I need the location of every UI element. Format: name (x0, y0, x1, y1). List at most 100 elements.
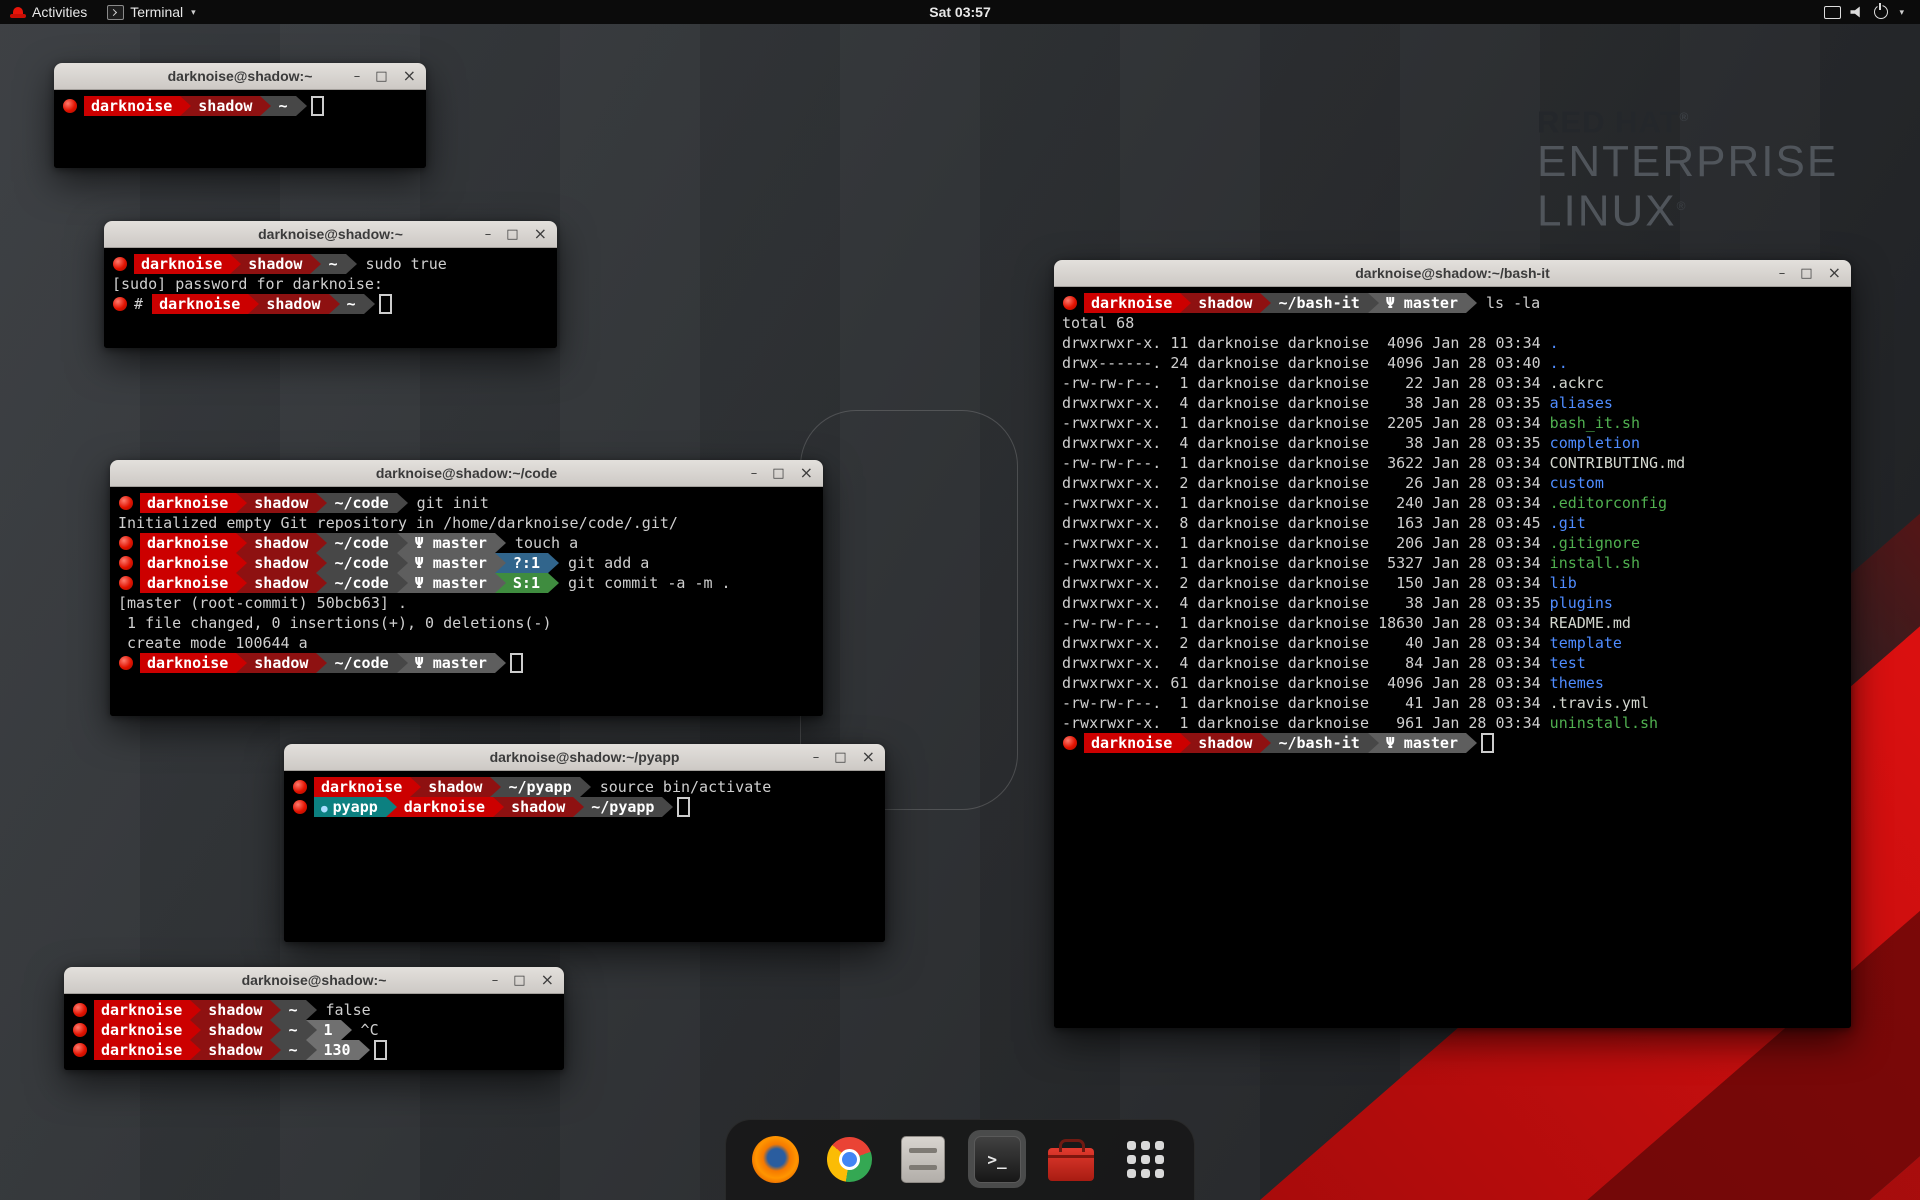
prompt-hat-icon (73, 1003, 87, 1017)
minimize-button[interactable]: – (492, 974, 499, 987)
minimize-button[interactable]: – (751, 467, 758, 480)
maximize-button[interactable]: □ (834, 751, 846, 764)
file-name: .git (1550, 513, 1586, 533)
powerline-arrow-icon (306, 1040, 317, 1060)
powerline-arrow-icon (296, 96, 307, 116)
terminal-content[interactable]: darknoiseshadow~ sudo true[sudo] passwor… (104, 248, 557, 348)
chrome-icon (827, 1137, 872, 1182)
prompt-segment-user: darknoise (140, 553, 236, 573)
powerline-arrow-icon (236, 493, 247, 513)
close-button[interactable]: × (403, 68, 416, 84)
close-button[interactable]: × (800, 465, 813, 481)
powerline-arrow-shape (346, 254, 357, 274)
terminal-content[interactable]: darknoiseshadow~/pyapp source bin/activa… (284, 771, 885, 942)
desktop: RED HAT® ENTERPRISE LINUX® Activities Te… (0, 0, 1920, 1200)
terminal-content[interactable]: darknoiseshadow~ falsedarknoiseshadow~1 … (64, 994, 564, 1070)
window-titlebar[interactable]: darknoise@shadow:~–□× (64, 967, 564, 994)
file-meta: drwxrwxr-x. 4 darknoise darknoise 84 Jan… (1062, 653, 1550, 673)
close-button[interactable]: × (862, 749, 875, 765)
prompt-segment-git: Ψ master (408, 553, 495, 573)
maximize-button[interactable]: □ (1800, 267, 1812, 280)
dock-appgrid-icon[interactable] (1116, 1130, 1174, 1188)
app-menu-terminal[interactable]: Terminal ▾ (97, 0, 205, 24)
activities-button[interactable]: Activities (0, 0, 97, 24)
window-titlebar[interactable]: darknoise@shadow:~–□× (104, 221, 557, 248)
close-button[interactable]: × (1828, 265, 1841, 281)
powerline-arrow-icon (359, 1040, 370, 1060)
terminal-text: ^C (352, 1020, 379, 1040)
minimize-button[interactable]: – (485, 228, 492, 241)
dock-toolbox-icon[interactable] (1042, 1130, 1100, 1188)
window-titlebar[interactable]: darknoise@shadow:~/pyapp–□× (284, 744, 885, 771)
terminal-text: git init (408, 493, 489, 513)
powerline-arrow-shape (386, 797, 397, 817)
powerline-arrow-shape (316, 573, 327, 593)
powerline-arrow-icon (397, 553, 408, 573)
prompt-segment-path: ~/code (327, 533, 396, 553)
prompt-segment-user: darknoise (94, 1000, 190, 1020)
prompt-segment-git: Ψ master (1379, 293, 1466, 313)
redhat-fedora-icon (10, 7, 26, 18)
dock-terminal-icon[interactable]: >_ (968, 1130, 1026, 1188)
prompt-segment-git: Ψ master (408, 653, 495, 673)
powerline-arrow-shape (310, 254, 321, 274)
prompt-segment-user: darknoise (94, 1040, 190, 1060)
prompt-segment-host: shadow (247, 573, 316, 593)
terminal-line: -rwxrwxr-x. 1 darknoise darknoise 206 Ja… (1062, 533, 1843, 553)
window-titlebar[interactable]: darknoise@shadow:~/code – □ × (110, 460, 823, 487)
powerline-arrow-icon (397, 653, 408, 673)
maximize-button[interactable]: □ (513, 974, 525, 987)
close-button[interactable]: × (534, 226, 547, 242)
system-status-area[interactable]: ▾ (1816, 0, 1912, 24)
file-meta: -rwxrwxr-x. 1 darknoise darknoise 961 Ja… (1062, 713, 1550, 733)
powerline-arrow-icon (190, 1020, 201, 1040)
file-name: .gitignore (1550, 533, 1640, 553)
terminal-line: drwxrwxr-x. 4 darknoise darknoise 84 Jan… (1062, 653, 1843, 673)
window-title: darknoise@shadow:~/code (376, 465, 557, 481)
prompt-segment-venv: ●pyapp (314, 797, 386, 817)
terminal-line: -rwxrwxr-x. 1 darknoise darknoise 240 Ja… (1062, 493, 1843, 513)
window-titlebar[interactable]: darknoise@shadow:~–□× (54, 63, 426, 90)
maximize-button[interactable]: □ (506, 228, 518, 241)
terminal-line: [sudo] password for darknoise: (112, 274, 549, 294)
dock-chrome-icon[interactable] (820, 1130, 878, 1188)
powerline-arrow-icon (1260, 293, 1271, 313)
prompt-segment-path: ~ (281, 1040, 305, 1060)
terminal-content[interactable]: darknoiseshadow~/code git initInitialize… (110, 487, 823, 716)
minimize-button[interactable]: – (1779, 267, 1786, 280)
top-bar: Activities Terminal ▾ Sat 03:57 ▾ (0, 0, 1920, 24)
prompt-segment-git: Ψ master (1379, 733, 1466, 753)
powerline-arrow-icon (495, 533, 506, 553)
prompt-segment-path: ~/bash-it (1271, 733, 1367, 753)
terminal-line: 1 file changed, 0 insertions(+), 0 delet… (118, 613, 815, 633)
prompt-segment-host: shadow (201, 1020, 270, 1040)
terminal-line: -rw-rw-r--. 1 darknoise darknoise 22 Jan… (1062, 373, 1843, 393)
maximize-button[interactable]: □ (375, 70, 387, 83)
powerline-arrow-shape (329, 294, 340, 314)
close-button[interactable]: × (541, 972, 554, 988)
file-name: . (1550, 333, 1559, 353)
powerline-arrow-shape (548, 553, 559, 573)
terminal-content[interactable]: darknoiseshadow~ (54, 90, 426, 168)
terminal-window-terminal-code: darknoise@shadow:~/code – □ × darknoise shado… (110, 460, 823, 716)
dock-files-icon[interactable] (894, 1130, 952, 1188)
dock-firefox-icon[interactable] (746, 1130, 804, 1188)
powerline-arrow-icon (270, 1000, 281, 1020)
powerline-arrow-icon (270, 1040, 281, 1060)
terminal-cursor (379, 294, 392, 314)
terminal-app-icon (107, 5, 124, 20)
prompt-segment-user: darknoise (94, 1020, 190, 1040)
terminal-content[interactable]: darknoiseshadow~/bash-itΨ master ls -lat… (1054, 287, 1851, 1028)
terminal-line: -rw-rw-r--. 1 darknoise darknoise 41 Jan… (1062, 693, 1843, 713)
minimize-button[interactable]: – (354, 70, 361, 83)
clock[interactable]: Sat 03:57 (929, 4, 990, 20)
window-titlebar[interactable]: darknoise@shadow:~/bash-it–□× (1054, 260, 1851, 287)
minimize-button[interactable]: – (813, 751, 820, 764)
terminal-line: drwxrwxr-x. 4 darknoise darknoise 38 Jan… (1062, 433, 1843, 453)
brand-line-enterprise: ENTERPRISE (1537, 139, 1838, 184)
prompt-segment-path: ~ (281, 1020, 305, 1040)
volume-icon (1850, 6, 1865, 18)
powerline-arrow-icon (1368, 293, 1379, 313)
maximize-button[interactable]: □ (772, 467, 784, 480)
terminal-text: sudo true (357, 254, 447, 274)
